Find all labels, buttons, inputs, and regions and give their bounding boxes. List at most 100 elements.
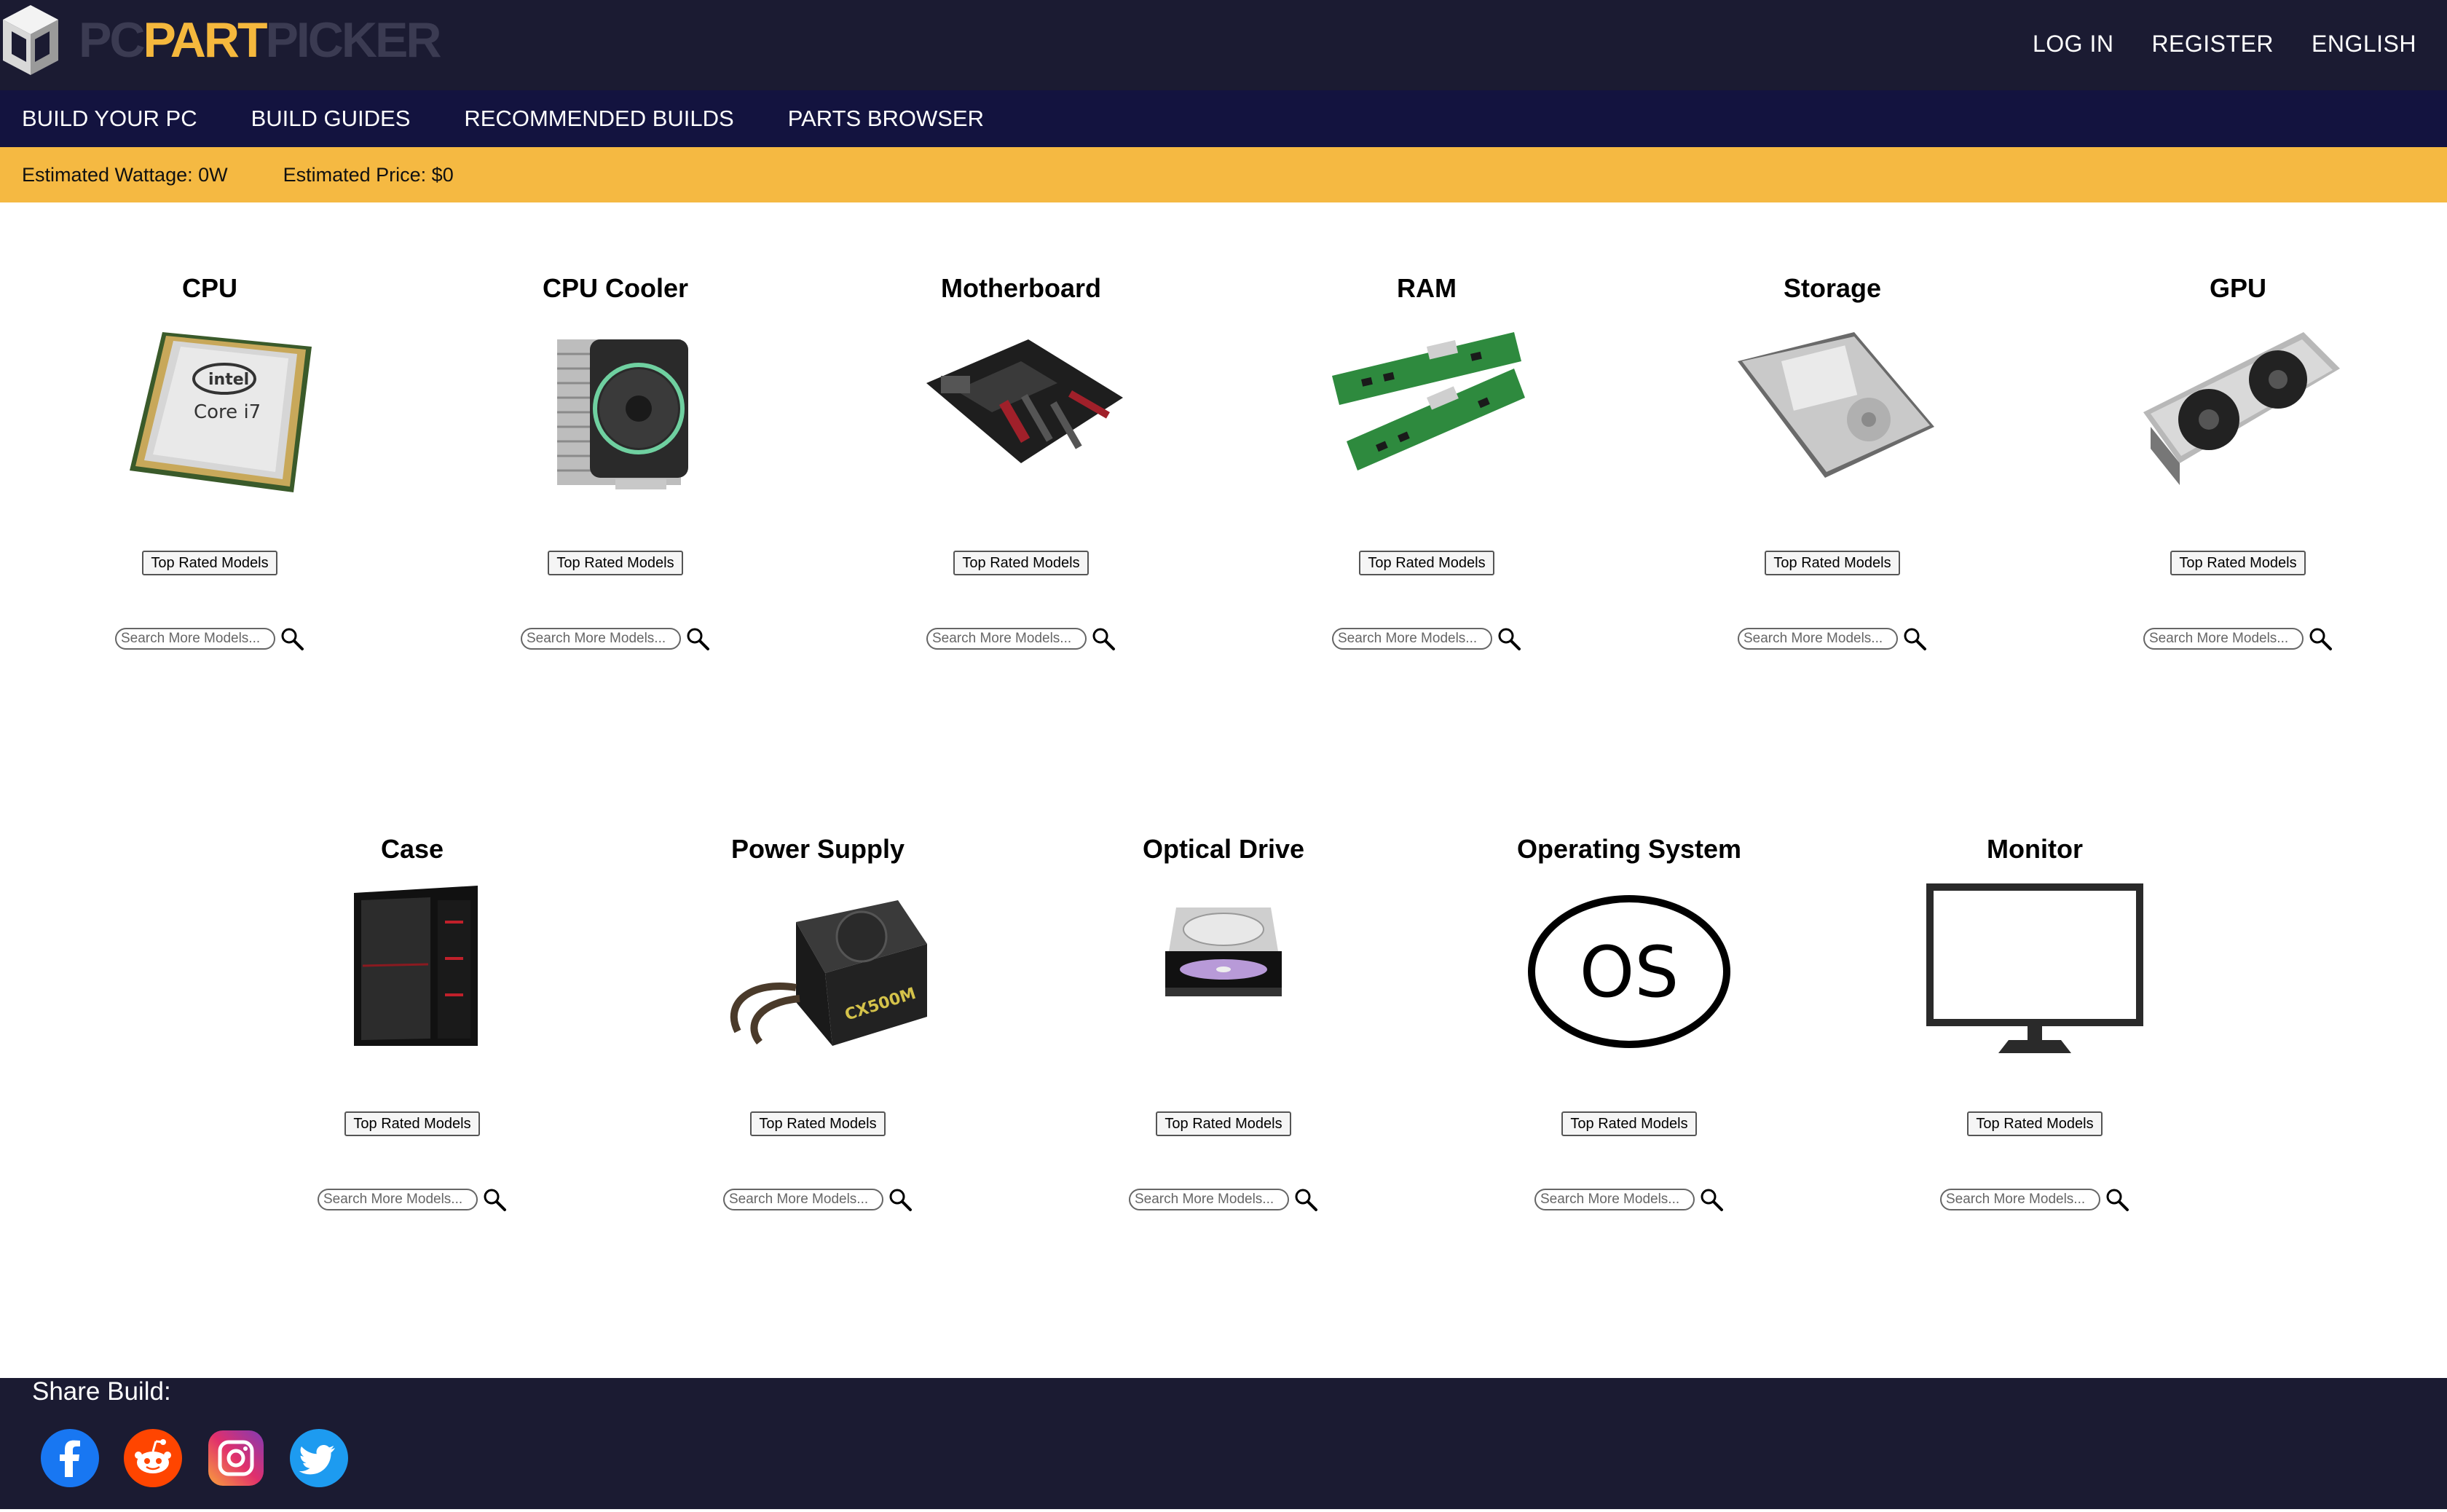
nav-build-your-pc[interactable]: BUILD YOUR PC — [22, 106, 197, 132]
search-input[interactable] — [1332, 628, 1492, 650]
component-title: Storage — [1783, 273, 1882, 303]
footer: Share Build: — [0, 1377, 2447, 1509]
register-link[interactable]: REGISTER — [2151, 31, 2274, 58]
monitor-image[interactable] — [1926, 878, 2144, 1053]
component-card-monitor: Monitor Top Rated Models — [1889, 763, 2180, 1212]
component-card-power-supply: Power Supply CX500M Top Rated Models — [672, 763, 964, 1212]
operating-system-image[interactable]: OS — [1520, 878, 1738, 1053]
search-input[interactable] — [1940, 1189, 2100, 1210]
top-rated-models-button[interactable]: Top Rated Models — [142, 551, 277, 575]
estimated-price: Estimated Price: $0 — [283, 163, 454, 186]
storage-image[interactable] — [1723, 318, 1942, 492]
login-link[interactable]: LOG IN — [2033, 31, 2113, 58]
pcpartpicker-logo[interactable]: PCPARTPICKER — [0, 0, 442, 80]
component-search — [1738, 626, 1927, 651]
language-link[interactable]: ENGLISH — [2312, 31, 2416, 58]
motherboard-image[interactable] — [912, 318, 1130, 492]
search-input[interactable] — [1534, 1189, 1695, 1210]
search-input[interactable] — [115, 628, 275, 650]
component-search — [1332, 626, 1521, 651]
search-icon[interactable] — [1091, 626, 1116, 651]
graphics-card-icon — [2143, 332, 2340, 485]
ram-icon — [1332, 332, 1525, 470]
top-rated-models-button[interactable]: Top Rated Models — [1561, 1111, 1697, 1136]
optical-drive-image[interactable] — [1114, 878, 1333, 1053]
component-card-cpu-cooler: CPU Cooler Top Rated Models — [470, 202, 761, 651]
cpu-cooler-image[interactable] — [506, 318, 725, 492]
nav-build-guides[interactable]: BUILD GUIDES — [251, 106, 411, 132]
component-card-case: Case Top Rated Models — [267, 763, 558, 1212]
component-title: Case — [380, 834, 444, 864]
search-icon[interactable] — [685, 626, 710, 651]
search-icon[interactable] — [1497, 626, 1521, 651]
top-rated-models-button[interactable]: Top Rated Models — [1967, 1111, 2103, 1136]
search-icon[interactable] — [888, 1187, 913, 1212]
search-input[interactable] — [318, 1189, 478, 1210]
component-title: CPU Cooler — [542, 273, 689, 303]
optical-drive-icon — [1165, 907, 1282, 996]
gpu-image[interactable] — [2129, 318, 2347, 492]
search-icon[interactable] — [280, 626, 304, 651]
social-share-links — [41, 1429, 348, 1487]
cpu-image[interactable]: intel Core i7 — [101, 318, 319, 492]
component-title: GPU — [2209, 273, 2266, 303]
component-title: Optical Drive — [1142, 834, 1305, 864]
share-build-label: Share Build: — [32, 1377, 171, 1406]
top-rated-models-button[interactable]: Top Rated Models — [953, 551, 1089, 575]
power-supply-image[interactable]: CX500M — [709, 878, 927, 1053]
power-supply-icon: CX500M — [730, 900, 927, 1046]
component-title: Operating System — [1516, 834, 1742, 864]
top-rated-models-button[interactable]: Top Rated Models — [750, 1111, 886, 1136]
top-rated-models-button[interactable]: Top Rated Models — [2170, 551, 2306, 575]
component-search — [723, 1187, 913, 1212]
top-rated-models-button[interactable]: Top Rated Models — [548, 551, 683, 575]
nav-recommended-builds[interactable]: RECOMMENDED BUILDS — [464, 106, 733, 132]
top-rated-models-button[interactable]: Top Rated Models — [1765, 551, 1900, 575]
cube-logo-icon — [3, 5, 58, 75]
component-search — [2143, 626, 2333, 651]
component-title: Monitor — [1987, 834, 2083, 864]
reddit-icon[interactable] — [124, 1429, 182, 1487]
component-card-motherboard: Motherboard Top Rated Models — [875, 202, 1167, 651]
component-search — [115, 626, 304, 651]
facebook-icon[interactable] — [41, 1429, 99, 1487]
top-rated-models-button[interactable]: Top Rated Models — [1359, 551, 1494, 575]
top-rated-models-button[interactable]: Top Rated Models — [344, 1111, 480, 1136]
search-icon[interactable] — [2308, 626, 2333, 651]
search-input[interactable] — [1738, 628, 1898, 650]
cpu-model-text: Core i7 — [194, 401, 261, 423]
logo-wordmark: PCPARTPICKER — [79, 12, 442, 68]
search-input[interactable] — [2143, 628, 2304, 650]
component-card-ram: RAM Top Rated Models — [1281, 202, 1572, 651]
component-search — [521, 626, 710, 651]
logo-picker: PICKER — [265, 12, 442, 68]
search-input[interactable] — [723, 1189, 883, 1210]
search-icon[interactable] — [1699, 1187, 1724, 1212]
hard-drive-icon — [1738, 332, 1934, 478]
search-icon[interactable] — [1902, 626, 1927, 651]
search-input[interactable] — [1129, 1189, 1289, 1210]
ram-image[interactable] — [1317, 318, 1536, 492]
search-input[interactable] — [926, 628, 1087, 650]
instagram-icon[interactable] — [207, 1429, 265, 1487]
search-input[interactable] — [521, 628, 681, 650]
component-title: CPU — [181, 273, 237, 303]
component-search — [926, 626, 1116, 651]
top-header: PCPARTPICKER LOG IN REGISTER ENGLISH — [0, 0, 2447, 90]
main-nav: BUILD YOUR PC BUILD GUIDES RECOMMENDED B… — [0, 90, 2447, 147]
search-icon[interactable] — [2105, 1187, 2129, 1212]
case-image[interactable] — [303, 878, 521, 1053]
top-rated-models-button[interactable]: Top Rated Models — [1156, 1111, 1291, 1136]
monitor-icon — [1926, 883, 2143, 1053]
search-icon[interactable] — [1293, 1187, 1318, 1212]
component-search — [1940, 1187, 2129, 1212]
search-icon[interactable] — [482, 1187, 507, 1212]
component-title: Motherboard — [941, 273, 1101, 303]
nav-parts-browser[interactable]: PARTS BROWSER — [788, 106, 984, 132]
logo-pc: PC — [79, 12, 145, 68]
component-card-gpu: GPU Top Rated Models — [2092, 202, 2384, 651]
twitter-icon[interactable] — [290, 1429, 348, 1487]
component-title: Power Supply — [730, 834, 905, 864]
component-search — [318, 1187, 507, 1212]
component-title: RAM — [1397, 273, 1457, 303]
